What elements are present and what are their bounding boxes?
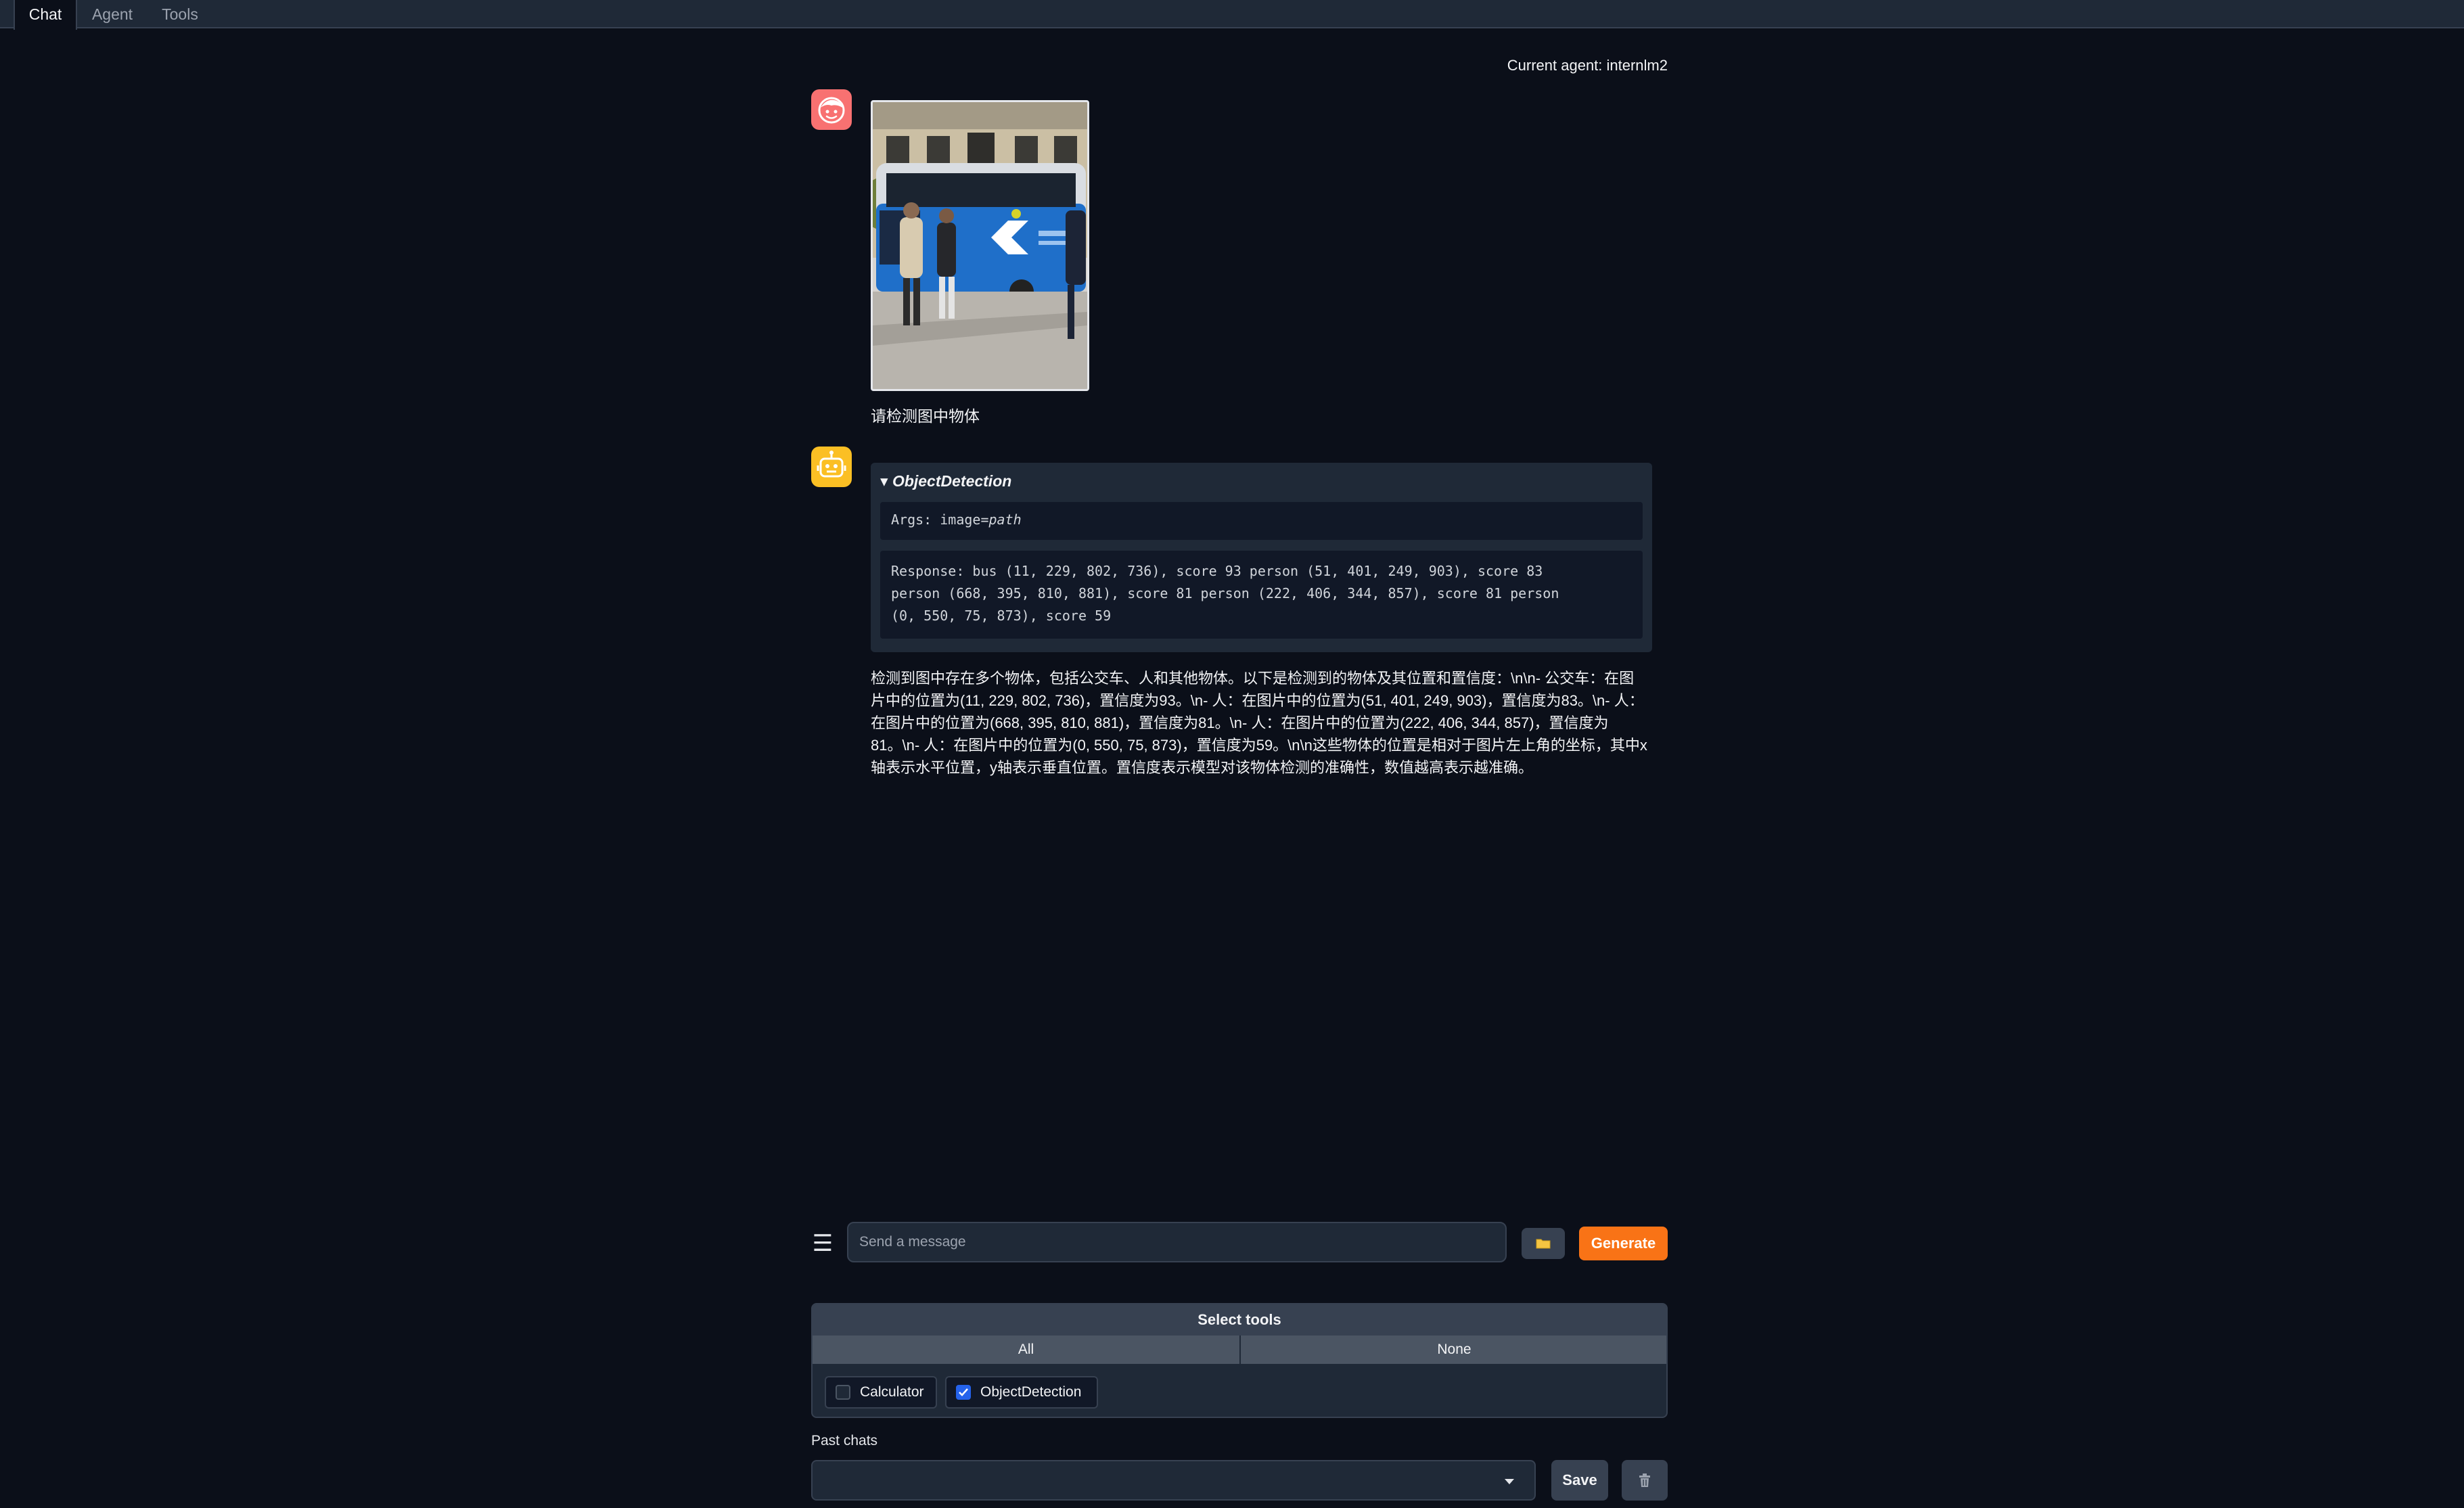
- tab-agent[interactable]: Agent: [85, 0, 139, 28]
- tool-response-line: (0, 550, 75, 873), score 59: [891, 608, 1112, 624]
- tab-chat[interactable]: Chat: [14, 0, 77, 30]
- generate-button[interactable]: Generate: [1579, 1227, 1668, 1260]
- user-avatar-icon: [811, 89, 852, 130]
- hamburger-icon[interactable]: ☰: [811, 1230, 834, 1257]
- tool-response-line: Response: bus (11, 229, 802, 736), score…: [891, 563, 1543, 579]
- select-all-button[interactable]: All: [813, 1335, 1239, 1364]
- tool-args-box: Args: image=path: [880, 502, 1643, 540]
- tools-panel-title: Select tools: [813, 1304, 1666, 1335]
- trash-icon: [1639, 1473, 1650, 1487]
- tool-call-summary[interactable]: ▾ ObjectDetection: [880, 472, 1011, 490]
- tool-args-prefix: Args: image=: [891, 511, 989, 528]
- checkbox-unchecked[interactable]: [836, 1385, 850, 1400]
- tool-checkbox-calculator[interactable]: Calculator: [825, 1376, 937, 1409]
- triangle-down-icon: ▾: [880, 472, 888, 490]
- past-chats-dropdown[interactable]: [811, 1460, 1536, 1501]
- folder-icon: [1536, 1239, 1551, 1249]
- bot-avatar-icon: [811, 447, 852, 487]
- select-none-button[interactable]: None: [1241, 1335, 1666, 1364]
- chevron-down-icon: [1505, 1479, 1514, 1484]
- tool-checkbox-objectdetection[interactable]: ObjectDetection: [945, 1376, 1098, 1409]
- save-button[interactable]: Save: [1551, 1460, 1608, 1501]
- tool-checkbox-label: ObjectDetection: [980, 1384, 1082, 1400]
- user-message-text: 请检测图中物体: [871, 407, 980, 425]
- uploaded-photo[interactable]: [871, 100, 1089, 391]
- tool-call-name: ObjectDetection: [892, 472, 1012, 490]
- tool-response-box: Response: bus (11, 229, 802, 736), score…: [880, 551, 1643, 639]
- upload-button[interactable]: [1522, 1228, 1565, 1259]
- tool-selection-panel: Select tools All None Calculator ObjectD…: [811, 1303, 1668, 1418]
- checkbox-checked[interactable]: [956, 1385, 971, 1400]
- top-tab-bar: Chat Agent Tools: [0, 0, 2464, 30]
- checkmark-icon: [959, 1388, 968, 1396]
- assistant-answer-text: 检测到图中存在多个物体，包括公交车、人和其他物体。以下是检测到的物体及其位置和置…: [871, 670, 1647, 776]
- past-chats-label: Past chats: [811, 1433, 878, 1448]
- tool-checkbox-label: Calculator: [860, 1384, 924, 1400]
- tool-call-details[interactable]: ▾ ObjectDetection Args: image=path Respo…: [871, 463, 1652, 652]
- delete-button[interactable]: [1622, 1460, 1668, 1501]
- tab-tools[interactable]: Tools: [153, 0, 207, 28]
- tool-response-line: person (668, 395, 810, 881), score 81 pe…: [891, 585, 1559, 601]
- message-input[interactable]: [847, 1222, 1507, 1262]
- current-agent-label: Current agent: internlm2: [1507, 57, 1668, 74]
- tool-args-value: path: [988, 511, 1022, 528]
